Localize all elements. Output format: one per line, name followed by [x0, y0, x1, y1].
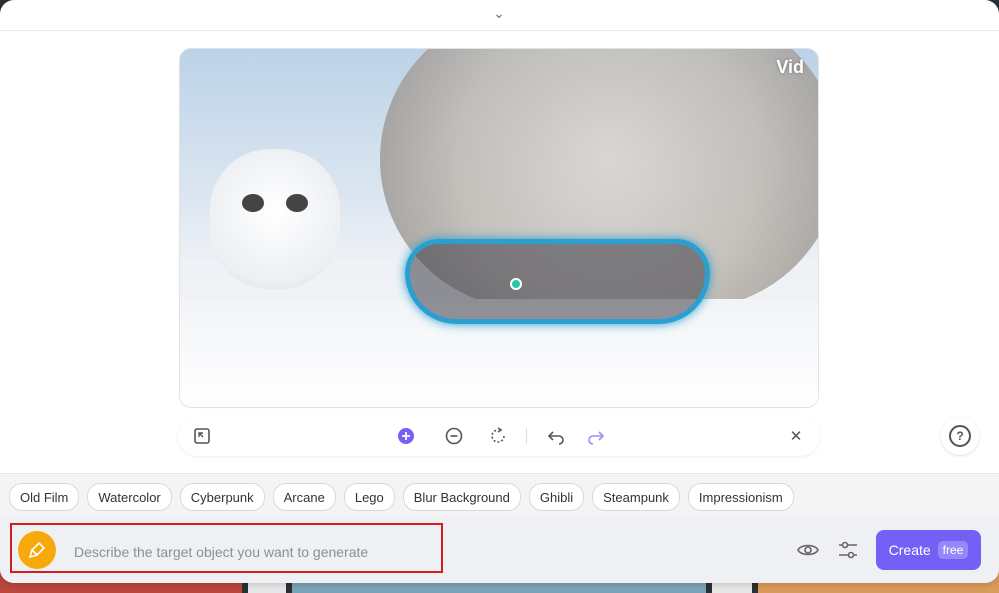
- help-icon: ?: [949, 425, 971, 447]
- tag-impressionism[interactable]: Impressionism: [687, 483, 794, 511]
- mask-toolbar: ✕: [178, 416, 820, 456]
- tag-cyberpunk[interactable]: Cyberpunk: [179, 483, 265, 511]
- redo-icon[interactable]: [586, 426, 606, 446]
- mask-point[interactable]: [510, 278, 522, 290]
- tag-old-film[interactable]: Old Film: [9, 483, 80, 511]
- tag-ghibli[interactable]: Ghibli: [528, 483, 585, 511]
- settings-sliders-icon[interactable]: [838, 539, 858, 561]
- tag-blur-background[interactable]: Blur Background: [402, 483, 521, 511]
- help-button[interactable]: ?: [941, 417, 979, 455]
- tag-watercolor[interactable]: Watercolor: [87, 483, 172, 511]
- reset-icon[interactable]: [488, 426, 508, 446]
- remove-mask-icon[interactable]: [444, 426, 464, 446]
- divider: [0, 30, 999, 31]
- create-button[interactable]: Create free: [876, 530, 981, 570]
- style-tag-bar: Old Film Watercolor Cyberpunk Arcane Leg…: [0, 473, 999, 518]
- panda-cub-image: [210, 149, 340, 289]
- free-badge: free: [937, 541, 969, 559]
- prompt-highlight: [10, 523, 443, 573]
- toolbar-divider: [526, 428, 527, 444]
- watermark: Vid: [776, 57, 804, 77]
- create-label: Create: [888, 542, 931, 558]
- selection-mask[interactable]: [405, 239, 710, 324]
- undo-icon[interactable]: [546, 426, 566, 446]
- close-icon[interactable]: ✕: [786, 426, 806, 446]
- collapse-icon[interactable]: ⌄: [490, 6, 508, 20]
- video-preview[interactable]: Vid: [179, 48, 819, 408]
- tag-lego[interactable]: Lego: [343, 483, 395, 511]
- tag-steampunk[interactable]: Steampunk: [592, 483, 680, 511]
- tag-arcane[interactable]: Arcane: [272, 483, 336, 511]
- eye-icon[interactable]: [797, 540, 819, 560]
- fit-screen-icon[interactable]: [192, 426, 212, 446]
- video-editor-panel: ⌄ Vid ✕ ? Old Film Watercolor Cyberpunk …: [0, 0, 999, 583]
- add-mask-icon[interactable]: [396, 426, 416, 446]
- prompt-bar: Create free: [0, 517, 999, 583]
